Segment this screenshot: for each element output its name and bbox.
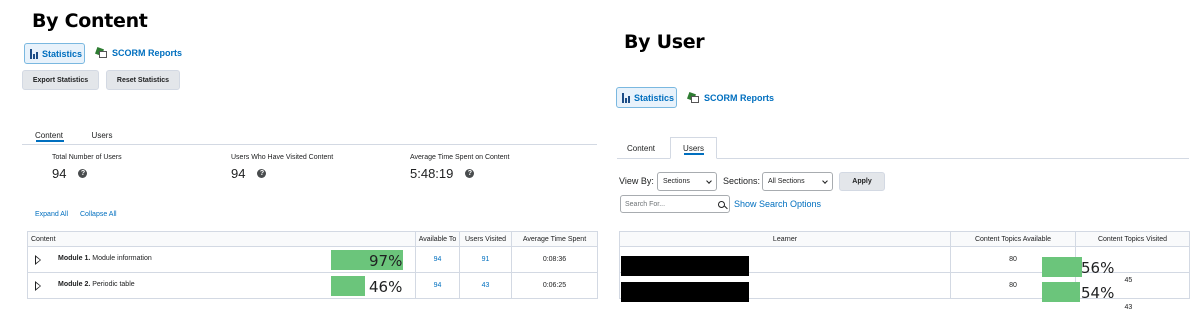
available-to-cell[interactable]: 94	[415, 246, 460, 273]
topics-visited-count: 43	[1124, 303, 1133, 311]
search-input[interactable]: Search For...	[620, 195, 730, 213]
users-visited-cell[interactable]: 91	[459, 246, 512, 273]
expand-arrow-icon[interactable]	[35, 255, 41, 265]
avg-time-number: 5:48:19	[410, 166, 454, 181]
redacted-learner-name	[621, 256, 749, 276]
help-icon[interactable]: ?	[465, 169, 475, 178]
expand-all-link[interactable]: Expand All	[35, 211, 68, 218]
total-users-label: Total Number of Users	[52, 154, 122, 161]
search-icon[interactable]	[718, 200, 725, 208]
content-stats-table: Content Available To Users Visited Avera…	[27, 231, 598, 299]
visited-users-label: Users Who Have Visited Content	[231, 154, 334, 161]
tabs-divider	[22, 144, 597, 145]
chevron-down-icon	[706, 177, 712, 184]
expand-arrow-icon[interactable]	[35, 281, 41, 291]
tab-users[interactable]: Users	[670, 137, 717, 159]
statistics-label: Statistics	[42, 48, 83, 59]
view-by-select[interactable]: Sections	[657, 172, 717, 191]
by-user-heading: By User	[624, 31, 705, 53]
visited-users-number: 94	[231, 166, 246, 181]
avg-time-value: 5:48:19 ?	[410, 166, 475, 181]
percent-value: 97%	[369, 252, 403, 270]
by-content-heading: By Content	[32, 10, 148, 32]
bar-chart-icon	[30, 48, 38, 59]
redacted-learner-name	[621, 282, 749, 302]
percent-value: 46%	[369, 278, 403, 296]
module-title[interactable]: Module 1. Module information	[58, 255, 152, 262]
module-cell: Module 2. Periodic table 46%	[27, 272, 416, 299]
export-statistics-button[interactable]: Export Statistics	[22, 70, 99, 90]
active-tab-indicator	[684, 153, 704, 155]
sections-select[interactable]: All Sections	[762, 172, 833, 191]
avg-time-cell: 0:06:25	[511, 272, 598, 299]
avg-time-label: Average Time Spent on Content	[410, 154, 510, 161]
statistics-tab[interactable]: Statistics	[24, 43, 85, 64]
total-users-number: 94	[52, 166, 67, 181]
sections-value: All Sections	[768, 178, 805, 185]
tab-content[interactable]: Content	[617, 139, 665, 158]
chevron-down-icon	[822, 177, 828, 184]
apply-button[interactable]: Apply	[839, 172, 885, 191]
col-topics-available: Content Topics Available	[950, 231, 1076, 247]
percent-value: 56%	[1081, 259, 1115, 277]
help-icon[interactable]: ?	[78, 169, 88, 178]
view-by-value: Sections	[663, 178, 690, 185]
users-visited-cell[interactable]: 43	[459, 272, 512, 299]
module-title[interactable]: Module 2. Periodic table	[58, 281, 135, 288]
col-average-time: Average Time Spent	[511, 231, 598, 247]
scorm-reports-link[interactable]: SCORM Reports	[688, 92, 774, 103]
table-row: Module 2. Periodic table 46% 94 43 0:06:…	[27, 272, 598, 299]
scorm-reports-label: SCORM Reports	[112, 47, 183, 58]
col-content: Content	[27, 231, 416, 247]
col-learner: Learner	[619, 231, 951, 247]
reset-statistics-button[interactable]: Reset Statistics	[106, 70, 180, 90]
visited-users-value: 94 ?	[231, 166, 267, 181]
bar-chart-icon	[622, 92, 630, 103]
statistics-tab[interactable]: Statistics	[616, 87, 677, 108]
scorm-reports-link[interactable]: SCORM Reports	[96, 47, 182, 58]
percent-value: 54%	[1081, 284, 1115, 302]
module-cell: Module 1. Module information 97%	[27, 246, 416, 273]
avg-time-cell: 0:08:36	[511, 246, 598, 273]
progress-bar	[331, 276, 365, 296]
available-to-cell[interactable]: 94	[415, 272, 460, 299]
total-users-value: 94 ?	[52, 166, 88, 181]
progress-bar	[1042, 282, 1080, 302]
table-header-row: Learner Content Topics Available Content…	[619, 231, 1190, 247]
search-placeholder: Search For...	[625, 200, 666, 208]
collapse-all-link[interactable]: Collapse All	[80, 211, 117, 218]
scorm-report-icon	[688, 92, 699, 103]
scorm-reports-label: SCORM Reports	[704, 92, 775, 103]
scorm-report-icon	[96, 47, 107, 58]
topics-visited-count: 45	[1124, 276, 1133, 284]
tab-users[interactable]: Users	[82, 126, 122, 144]
col-users-visited: Users Visited	[459, 231, 512, 247]
show-search-options-link[interactable]: Show Search Options	[734, 199, 821, 209]
col-available-to: Available To	[415, 231, 460, 247]
active-tab-indicator	[36, 140, 64, 142]
view-by-label: View By:	[619, 176, 654, 186]
table-row: Module 1. Module information 97% 94 91 0…	[27, 246, 598, 273]
progress-bar	[1042, 257, 1082, 277]
col-topics-visited: Content Topics Visited	[1075, 231, 1190, 247]
help-icon[interactable]: ?	[257, 169, 267, 178]
statistics-label: Statistics	[634, 92, 675, 103]
table-header-row: Content Available To Users Visited Avera…	[27, 231, 598, 247]
sections-label: Sections:	[723, 176, 761, 186]
